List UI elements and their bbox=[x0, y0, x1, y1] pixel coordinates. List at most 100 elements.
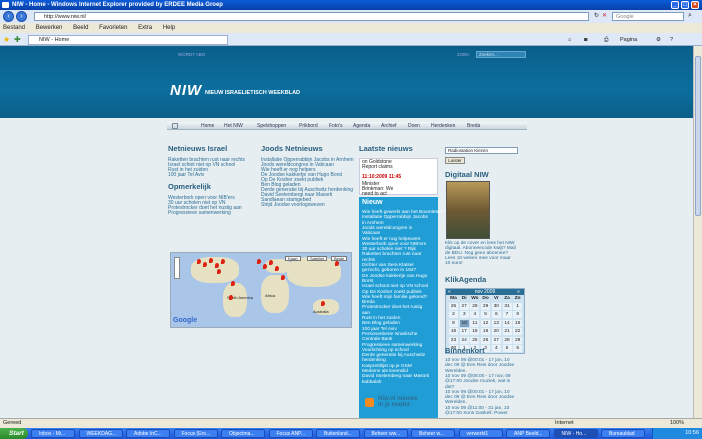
scrollbar-thumb[interactable] bbox=[695, 56, 701, 216]
taskbar-item[interactable]: Buitenland... bbox=[316, 429, 360, 438]
calendar-day[interactable]: 15 bbox=[513, 319, 523, 327]
map-marker[interactable] bbox=[321, 301, 325, 306]
rss-link[interactable]: Niw.nl nieuws in je reader bbox=[378, 396, 420, 408]
nav-prikbord[interactable]: Prikbord bbox=[299, 123, 318, 129]
nieuw-item[interactable]: Vaticaan bbox=[362, 231, 380, 236]
map-marker[interactable] bbox=[281, 275, 285, 280]
maximize-button[interactable]: □ bbox=[681, 1, 689, 9]
binnenkort-item[interactable]: dat? bbox=[445, 385, 454, 390]
nieuw-item[interactable]: Centrale Bank bbox=[362, 337, 392, 342]
map-button-kaart[interactable]: Kaart bbox=[285, 256, 301, 261]
help-icon[interactable]: ? bbox=[670, 36, 673, 44]
tools-icon[interactable]: ⚙ bbox=[656, 36, 661, 44]
search-input[interactable]: Google bbox=[612, 12, 684, 21]
add-favorite-icon[interactable]: ✚ bbox=[14, 35, 21, 44]
address-field[interactable]: http://www.niw.nl/ bbox=[34, 12, 589, 21]
nieuw-item[interactable]: gezocht, geboren in 1947 bbox=[362, 268, 416, 273]
calendar-day[interactable]: 20 bbox=[491, 328, 501, 336]
binnenkort-item[interactable]: Werelden. bbox=[445, 400, 467, 405]
menu-item-bewerken[interactable]: Bewerken bbox=[36, 25, 63, 31]
vertical-scrollbar[interactable] bbox=[693, 46, 702, 418]
taskbar-item[interactable]: Inbox - Mi... bbox=[31, 429, 75, 438]
back-icon[interactable]: ‹ bbox=[3, 11, 14, 22]
calendar-day[interactable]: 21 bbox=[502, 328, 512, 336]
calendar-day[interactable]: 12 bbox=[481, 319, 491, 327]
taskbar-item[interactable]: verwerkt1 bbox=[458, 429, 503, 438]
nieuw-item[interactable]: in Arnhem bbox=[362, 221, 384, 226]
calendar-day[interactable]: 25 bbox=[470, 336, 480, 344]
calendar-day[interactable]: 7 bbox=[502, 311, 512, 319]
nav-home[interactable]: Home bbox=[201, 123, 214, 129]
map-marker[interactable] bbox=[229, 295, 233, 300]
nieuw-item[interactable]: David Sselemberg naar Masorti bbox=[362, 374, 429, 379]
calendar-day[interactable]: 23 bbox=[449, 336, 458, 344]
site-search-input[interactable]: Zoeken... bbox=[476, 51, 526, 58]
list-item[interactable]: Strijd Joodse voorlogswezen bbox=[261, 203, 325, 208]
calendar-day[interactable]: 3 bbox=[459, 311, 469, 319]
luister-button[interactable]: Luister bbox=[445, 157, 465, 164]
nieuw-item[interactable]: rechts bbox=[362, 258, 375, 263]
taskbar-item[interactable]: Objectma... bbox=[221, 429, 265, 438]
nav-het-niw[interactable]: Het NIW bbox=[224, 123, 243, 129]
zoom-level[interactable]: 100% bbox=[670, 419, 684, 428]
calendar-day[interactable]: 26 bbox=[449, 303, 458, 310]
binnenkort-item[interactable]: @17:00 Joodse muziek, wat is bbox=[445, 379, 510, 384]
binnenkort-item[interactable]: Werelden. bbox=[445, 369, 467, 374]
taskbar-item[interactable]: Beheer ww... bbox=[363, 429, 408, 438]
map-button-beide[interactable]: Beide bbox=[331, 256, 348, 261]
map-zoom-control[interactable] bbox=[174, 257, 180, 279]
calendar-day[interactable]: 16 bbox=[449, 328, 458, 336]
start-button[interactable]: Start bbox=[0, 428, 28, 439]
menu-item-extra[interactable]: Extra bbox=[138, 25, 152, 31]
close-button[interactable]: × bbox=[691, 1, 699, 9]
stop-icon[interactable]: ✕ bbox=[602, 12, 607, 19]
calendar-day[interactable]: 18 bbox=[470, 328, 480, 336]
taskbar-item[interactable]: Focus ANP... bbox=[268, 429, 313, 438]
calendar-day[interactable]: 28 bbox=[502, 336, 512, 344]
calendar-day[interactable]: 2 bbox=[449, 311, 458, 319]
map-marker[interactable] bbox=[231, 281, 235, 286]
binnenkort-item[interactable]: 10 nov 09 @11:00 - 31 jan, 10 bbox=[445, 406, 509, 411]
calendar-day[interactable]: 10 bbox=[459, 319, 469, 327]
calendar-day[interactable]: 9 bbox=[449, 319, 458, 327]
map-marker[interactable] bbox=[215, 263, 219, 268]
calendar-day[interactable]: 13 bbox=[491, 319, 501, 327]
map-marker[interactable] bbox=[257, 259, 261, 264]
menu-item-help[interactable]: Help bbox=[163, 25, 175, 31]
nieuw-item[interactable]: kabbalah bbox=[362, 380, 381, 385]
calendar-day[interactable]: 29 bbox=[513, 336, 523, 344]
page-menu[interactable]: Pagina bbox=[620, 36, 637, 44]
nieuw-item[interactable]: aan bbox=[362, 311, 370, 316]
nieuw-item[interactable]: herdenking bbox=[362, 358, 386, 363]
nav-breda[interactable]: Breda bbox=[467, 123, 480, 129]
nav-fotos[interactable]: Foto's bbox=[329, 123, 342, 129]
calendar-day[interactable]: 5 bbox=[481, 311, 491, 319]
calendar-day[interactable]: 26 bbox=[481, 336, 491, 344]
calendar-day[interactable]: 8 bbox=[513, 311, 523, 319]
nieuw-item[interactable]: 100 jaar Tel Aviv bbox=[362, 327, 397, 332]
map-marker[interactable] bbox=[221, 259, 225, 264]
nav-archief[interactable]: Archief bbox=[381, 123, 397, 129]
feeds-icon[interactable]: ◙ bbox=[584, 36, 587, 44]
nieuw-item[interactable]: Kaspretitlijst op je GSM bbox=[362, 364, 412, 369]
taskbar-item[interactable]: WEEKDAG... bbox=[78, 429, 123, 438]
calendar-day[interactable]: 24 bbox=[459, 336, 469, 344]
tab-niw-home[interactable]: NIW - Home bbox=[28, 35, 228, 45]
nav-doen[interactable]: Doen bbox=[408, 123, 420, 129]
nav-herdenken[interactable]: Herdenken bbox=[431, 123, 455, 129]
nav-spelshoppen[interactable]: Spelshoppen bbox=[257, 123, 286, 129]
calendar-day[interactable]: 5 bbox=[502, 345, 512, 352]
nieuw-item[interactable]: Installatie Opperrabbijn Jacobs bbox=[362, 215, 428, 220]
map-marker[interactable] bbox=[203, 262, 207, 267]
list-item[interactable]: Progressieve samenwerking bbox=[168, 211, 231, 216]
list-item[interactable]: 100 jaar Tel Aviv bbox=[168, 173, 204, 178]
nieuw-item[interactable]: Progressieve samenwerking bbox=[362, 343, 422, 348]
home-nav-icon[interactable] bbox=[172, 123, 178, 129]
calendar-day[interactable]: 28 bbox=[470, 303, 480, 310]
rss-icon[interactable] bbox=[365, 398, 374, 407]
calendar-day[interactable]: 14 bbox=[502, 319, 512, 327]
nieuw-item[interactable]: Protestrocker doet het rustig bbox=[362, 305, 422, 310]
map-button-satelliet[interactable]: Satelliet bbox=[307, 256, 328, 261]
nieuw-item[interactable]: Op De Kosher zoekt publiek bbox=[362, 290, 422, 295]
map-marker[interactable] bbox=[263, 264, 267, 269]
